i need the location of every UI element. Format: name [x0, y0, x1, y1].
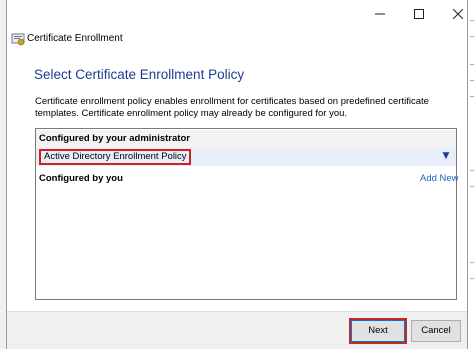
close-icon — [453, 9, 463, 19]
minimize-button[interactable] — [361, 0, 399, 28]
back-arrow-icon[interactable] — [11, 32, 25, 46]
chevron-down-icon[interactable]: ▼ — [440, 150, 452, 162]
policy-item-ad-enrollment[interactable]: Active Directory Enrollment Policy — [39, 149, 191, 165]
maximize-button[interactable] — [400, 0, 438, 28]
maximize-icon — [414, 9, 424, 19]
policy-row[interactable]: Active Directory Enrollment Policy ▼ — [36, 148, 456, 166]
wizard-footer: Next Cancel — [7, 311, 467, 349]
close-button[interactable] — [439, 0, 474, 28]
page-heading: Select Certificate Enrollment Policy — [34, 67, 245, 82]
wizard-header: Certificate Enrollment — [7, 28, 467, 50]
page-description: Certificate enrollment policy enables en… — [35, 96, 429, 119]
window-title: Certificate Enrollment — [27, 33, 123, 44]
title-bar — [7, 0, 467, 28]
admin-section-header: Configured by your administrator — [36, 130, 456, 148]
user-section-header: Configured by you — [36, 170, 456, 188]
next-button[interactable]: Next — [351, 320, 405, 342]
cancel-button[interactable]: Cancel — [411, 320, 461, 342]
minimize-icon — [375, 13, 385, 15]
certificate-enrollment-window: Certificate Enrollment Select Certificat… — [6, 0, 468, 349]
add-new-link[interactable]: Add New — [420, 173, 459, 184]
enrollment-policy-list: Configured by your administrator Active … — [35, 128, 459, 300]
